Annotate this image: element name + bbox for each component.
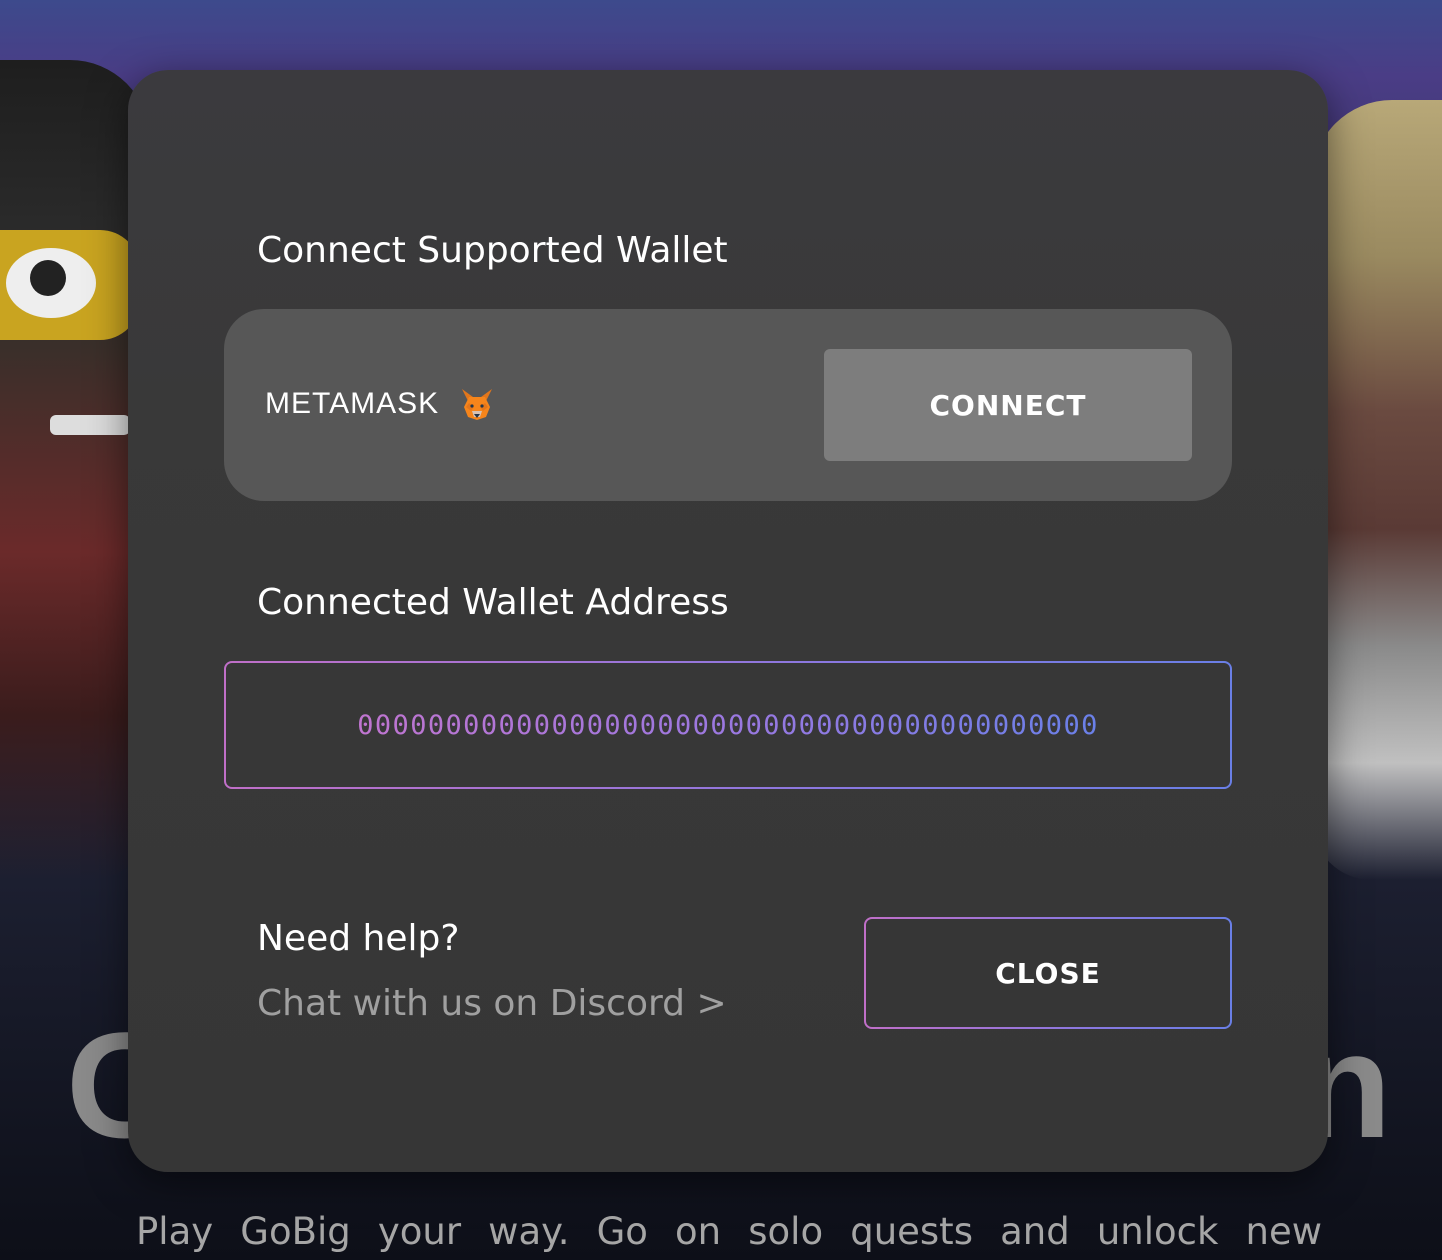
close-button-label: CLOSE xyxy=(866,919,1230,1027)
background-hero-subtitle: Play GoBig your way. Go on solo quests a… xyxy=(136,1210,1322,1253)
wallet-name: METAMASK xyxy=(265,387,440,420)
background-character-right xyxy=(1312,100,1442,880)
help-title: Need help? xyxy=(257,918,460,959)
character-mouth xyxy=(50,415,130,435)
connected-address-title: Connected Wallet Address xyxy=(257,582,729,623)
wallet-address-value: 0000000000000000000000000000000000000000… xyxy=(357,709,1099,741)
wallet-option-metamask: METAMASK CONNECT xyxy=(224,309,1232,501)
metamask-fox-icon xyxy=(462,389,492,420)
connect-button[interactable]: CONNECT xyxy=(824,349,1192,461)
discord-help-link[interactable]: Chat with us on Discord > xyxy=(257,983,727,1024)
wallet-address-field[interactable]: 0000000000000000000000000000000000000000… xyxy=(224,661,1232,789)
supported-wallet-title: Connect Supported Wallet xyxy=(257,230,728,271)
connect-wallet-modal: Connect Supported Wallet METAMASK CONNEC… xyxy=(128,70,1328,1172)
character-pupil xyxy=(30,260,66,296)
wallet-address-field-inner: 0000000000000000000000000000000000000000… xyxy=(226,663,1230,787)
close-button[interactable]: CLOSE xyxy=(864,917,1232,1029)
